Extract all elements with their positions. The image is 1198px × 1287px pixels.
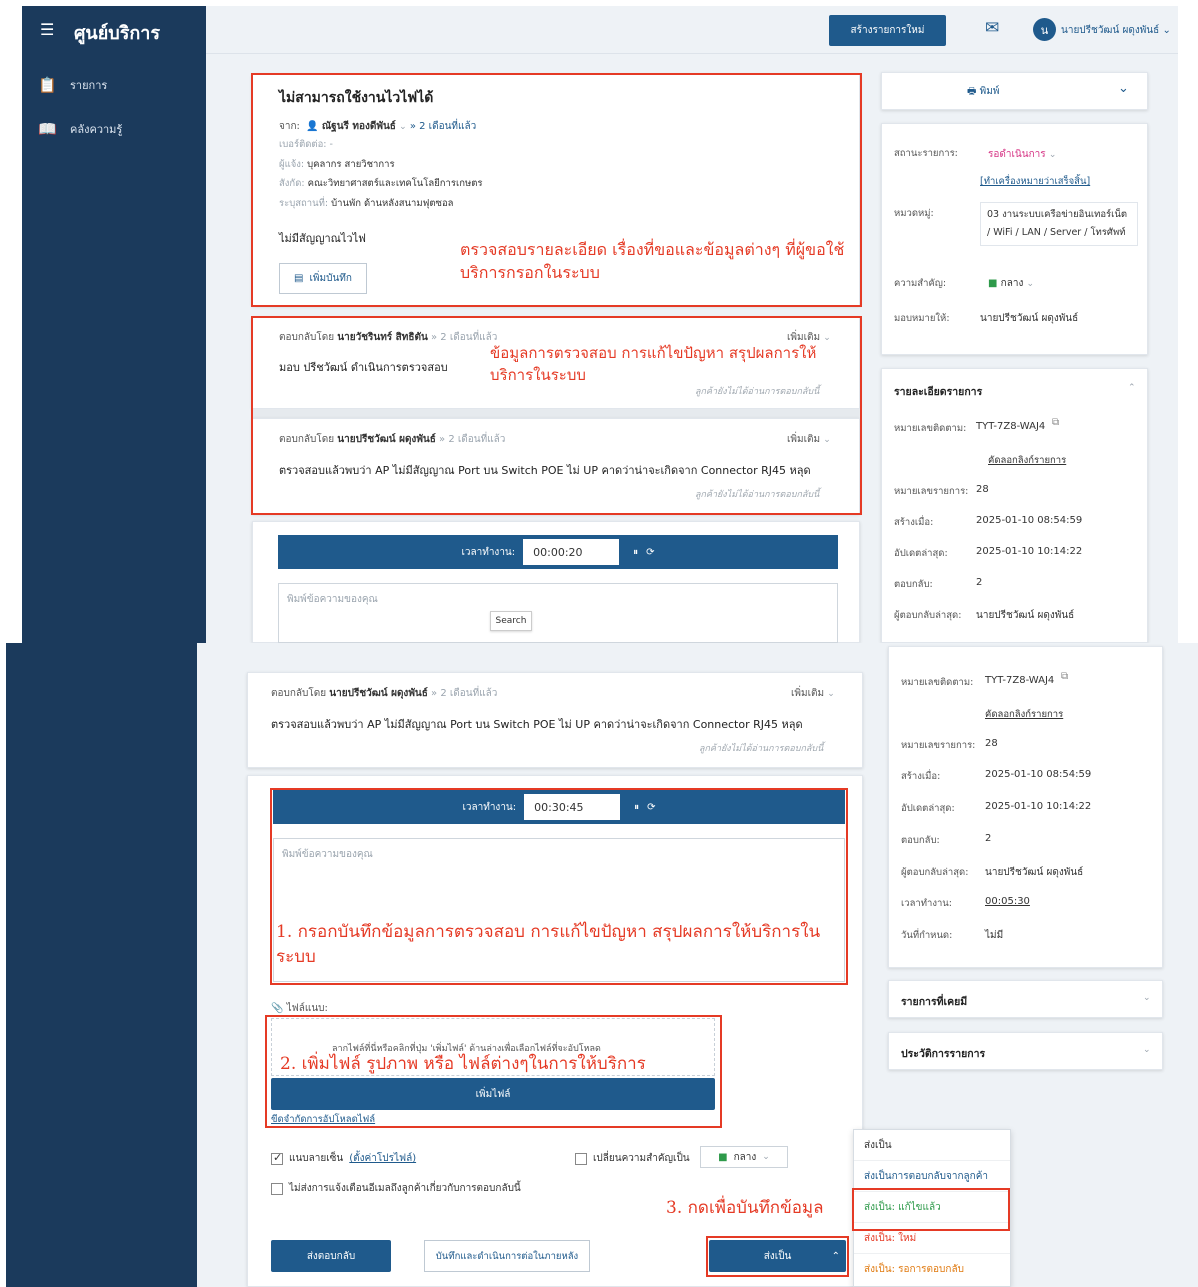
send-as-menu: ส่งเป็น ส่งเป็นการตอบกลับจากลูกค้า ส่งเป…	[853, 1129, 1011, 1287]
ticket-description: ไม่มีสัญญาณไวไฟ	[279, 232, 366, 245]
response-body: ตรวจสอบแล้วพบว่า AP ไม่มีสัญญาณ Port บน …	[279, 464, 811, 477]
print-card: 🖶 พิมพ์ ⌄	[881, 72, 1148, 110]
upload-limit-link[interactable]: ขีดจำกัดการอัปโหลดไฟล์	[271, 1112, 375, 1127]
new-ticket-button[interactable]: สร้างรายการใหม่	[829, 15, 946, 46]
clipboard-icon: 📋	[38, 76, 57, 94]
annotation-note-1: ตรวจสอบรายละเอียด เรื่องที่ขอและข้อมูลต่…	[460, 240, 845, 283]
response-more[interactable]: เพิ่มเติม ⌄	[791, 686, 835, 701]
response-header: ตอบกลับโดย นายปรีชวัฒน์ ผดุงพันธ์ » 2 เด…	[271, 688, 498, 699]
sidebar-item-label: คลังความรู้	[70, 123, 123, 136]
ticket-props-card: สถานะรายการ: รอดำเนินการ ⌄ [ทำเครื่องหมา…	[881, 123, 1148, 355]
chevron-down-icon[interactable]: ⌄	[1118, 81, 1129, 96]
priority-select[interactable]: ■ กลาง ⌄	[988, 276, 1034, 291]
menu-item-send-as[interactable]: ส่งเป็น	[854, 1130, 1010, 1161]
menu-item-resolved[interactable]: ส่งเป็น: แก้ไขแล้ว	[854, 1192, 1010, 1223]
response-header: ตอบกลับโดย นายปรีชวัฒน์ ผดุงพันธ์ » 2 เด…	[279, 434, 506, 445]
details-card-top: รายละเอียดรายการ ⌃ หมายเลขติดตาม: TYT-7Z…	[881, 368, 1148, 643]
annotation-note-4: 2. เพิ่มไฟล์ รูปภาพ หรือ ไฟล์ต่างๆในการใ…	[280, 1054, 646, 1074]
profile-settings-link[interactable]: (ตั้งค่าโปรไฟล์)	[349, 1151, 416, 1166]
timer-value: 00:30:45	[524, 794, 621, 820]
response-body: มอบ ปรีชวัฒน์ ดำเนินการตรวจสอบ	[279, 361, 448, 374]
copy-icon[interactable]: ⧉	[1061, 671, 1068, 682]
signature-checkbox[interactable]: แนบลายเซ็น (ตั้งค่าโปรไฟล์)	[271, 1151, 416, 1166]
send-as-button[interactable]: ส่งเป็น ⌃	[709, 1240, 846, 1272]
printer-icon: 🖶	[967, 86, 977, 97]
change-priority-checkbox[interactable]: เปลี่ยนความสำคัญเป็น	[575, 1151, 690, 1166]
user-menu[interactable]: นายปรีชวัฒน์ ผดุงพันธ์ ⌄	[1061, 23, 1171, 38]
refresh-icon[interactable]: ⟳	[646, 547, 654, 558]
pause-icon[interactable]: ⏸	[634, 802, 639, 813]
divider	[252, 409, 860, 418]
response-read-status: ลูกค้ายังไม่ได้อ่านการตอบกลับนี้	[699, 744, 824, 754]
mark-done-link[interactable]: [ทำเครื่องหมายว่าเสร็จสิ้น]	[980, 174, 1090, 189]
pause-icon[interactable]: ⏸	[633, 547, 638, 558]
add-note-button[interactable]: ▤ เพิ่มบันทึก	[279, 263, 367, 294]
sidebar-item-tickets[interactable]: 📋 รายการ	[38, 76, 107, 94]
save-later-button[interactable]: บันทึกและดำเนินการต่อในภายหลัง	[424, 1240, 590, 1272]
avatar[interactable]: น	[1033, 18, 1056, 41]
priority-dropdown[interactable]: ■ กลาง ⌄	[700, 1146, 788, 1168]
sidebar-item-knowledge[interactable]: 📖 คลังความรู้	[38, 120, 122, 138]
menu-item-new[interactable]: ส่งเป็น: ใหม่	[854, 1223, 1010, 1254]
user-name: นายปรีชวัฒน์ ผดุงพันธ์	[1061, 25, 1160, 36]
worktime-link[interactable]: 00:05:30	[985, 896, 1030, 907]
add-file-button[interactable]: เพิ่มไฟล์	[271, 1078, 715, 1110]
annotation-note-2: ข้อมูลการตรวจสอบ การแก้ไขปัญหา สรุปผลการ…	[490, 344, 817, 384]
paperclip-icon: 📎	[271, 1003, 284, 1014]
sidebar	[22, 6, 206, 643]
response-more[interactable]: เพิ่มเติม ⌄	[787, 432, 831, 447]
chevron-up-icon: ⌃	[831, 1250, 840, 1262]
work-timer: เวลาทำงาน: 00:30:45 ⏸ ⟳	[273, 790, 845, 824]
status-select[interactable]: รอดำเนินการ ⌄	[988, 147, 1056, 162]
user-icon: 👤	[306, 121, 319, 132]
response-header: ตอบกลับโดย นายวัชรินทร์ สิทธิตัน » 2 เดื…	[279, 332, 498, 343]
no-email-checkbox[interactable]: ไม่ส่งการแจ้งเตือนอีเมลถึงลูกค้าเกี่ยวกั…	[271, 1182, 521, 1195]
assignee[interactable]: นายปรีชวัฒน์ ผดุงพันธ์	[980, 311, 1078, 326]
attachments-label: 📎 ไฟล์แนบ:	[271, 1003, 328, 1014]
tracking-id: TYT-7Z8-WAJ4	[985, 675, 1055, 686]
ticket-from: จาก: 👤 ณัฐนรี ทองดีพันธ์ ⌄ » 2 เดือนที่แ…	[279, 121, 477, 132]
copy-link[interactable]: คัดลอกลิงก์รายการ	[985, 707, 1063, 722]
print-button[interactable]: 🖶 พิมพ์	[967, 84, 999, 101]
copy-icon[interactable]: ⧉	[1052, 417, 1059, 428]
menu-item-waiting[interactable]: ส่งเป็น: รอการตอบกลับ	[854, 1254, 1010, 1285]
ticket-history-card[interactable]: ประวัติการรายการ ⌄	[888, 1032, 1163, 1070]
sidebar-item-label: รายการ	[70, 79, 108, 92]
checkbox-icon[interactable]	[575, 1152, 587, 1165]
search-tooltip: Search	[490, 611, 532, 631]
checkbox-icon[interactable]	[271, 1183, 283, 1195]
previous-tickets-card[interactable]: รายการที่เคยมี ⌄	[888, 980, 1163, 1018]
copy-link[interactable]: คัดลอกลิงก์รายการ	[988, 453, 1066, 468]
requester-name[interactable]: ณัฐนรี ทองดีพันธ์	[322, 121, 396, 132]
response-card-3: ตอบกลับโดย นายปรีชวัฒน์ ผดุงพันธ์ » 2 เด…	[247, 672, 863, 768]
sidebar-bottom	[6, 643, 197, 1287]
response-card-2: ตอบกลับโดย นายปรีชวัฒน์ ผดุงพันธ์ » 2 เด…	[252, 418, 860, 514]
refresh-icon[interactable]: ⟳	[647, 802, 655, 813]
mail-icon[interactable]: ✉	[985, 18, 999, 38]
checkbox-checked-icon[interactable]	[271, 1151, 283, 1165]
category-select[interactable]: 03 งานระบบเครือข่ายอินเทอร์เน็ต / WiFi /…	[980, 202, 1138, 246]
annotation-note-3: 1. กรอกบันทึกข้อมูลการตรวจสอบ การแก้ไขปั…	[276, 922, 821, 967]
chevron-down-icon: ⌄	[1162, 25, 1171, 36]
details-card-bottom: หมายเลขติดตาม: TYT-7Z8-WAJ4 ⧉ คัดลอกลิงก…	[888, 646, 1163, 968]
book-icon: 📖	[38, 120, 57, 138]
chevron-down-icon: ⌄	[1143, 1045, 1151, 1055]
hamburger-icon[interactable]: ☰	[40, 20, 54, 39]
ticket-title: ไม่สามารถใช้งานไวไฟได้	[279, 90, 434, 106]
tracking-id: TYT-7Z8-WAJ4	[976, 421, 1046, 432]
app-title: ศูนย์บริการ	[74, 23, 161, 44]
annotation-note-5: 3. กดเพื่อบันทึกข้อมูล	[666, 1198, 824, 1218]
ticket-meta: เบอร์ติดต่อ: - ผู้แจ้ง: บุคลากร สายวิชาก…	[279, 139, 483, 209]
note-icon: ▤	[294, 273, 304, 284]
work-timer: เวลาทำงาน: 00:00:20 ⏸ ⟳	[278, 535, 838, 569]
response-body: ตรวจสอบแล้วพบว่า AP ไม่มีสัญญาณ Port บน …	[271, 718, 803, 731]
message-textarea[interactable]: พิมพ์ข้อความของคุณ	[278, 583, 838, 643]
timer-value: 00:00:20	[523, 539, 620, 565]
chevron-down-icon: ⌄	[399, 122, 407, 132]
chevron-down-icon: ⌄	[1143, 993, 1151, 1003]
menu-item-customer-reply[interactable]: ส่งเป็นการตอบกลับจากลูกค้า	[854, 1161, 1010, 1192]
send-reply-button[interactable]: ส่งตอบกลับ	[271, 1240, 391, 1272]
response-read-status: ลูกค้ายังไม่ได้อ่านการตอบกลับนี้	[695, 490, 820, 500]
